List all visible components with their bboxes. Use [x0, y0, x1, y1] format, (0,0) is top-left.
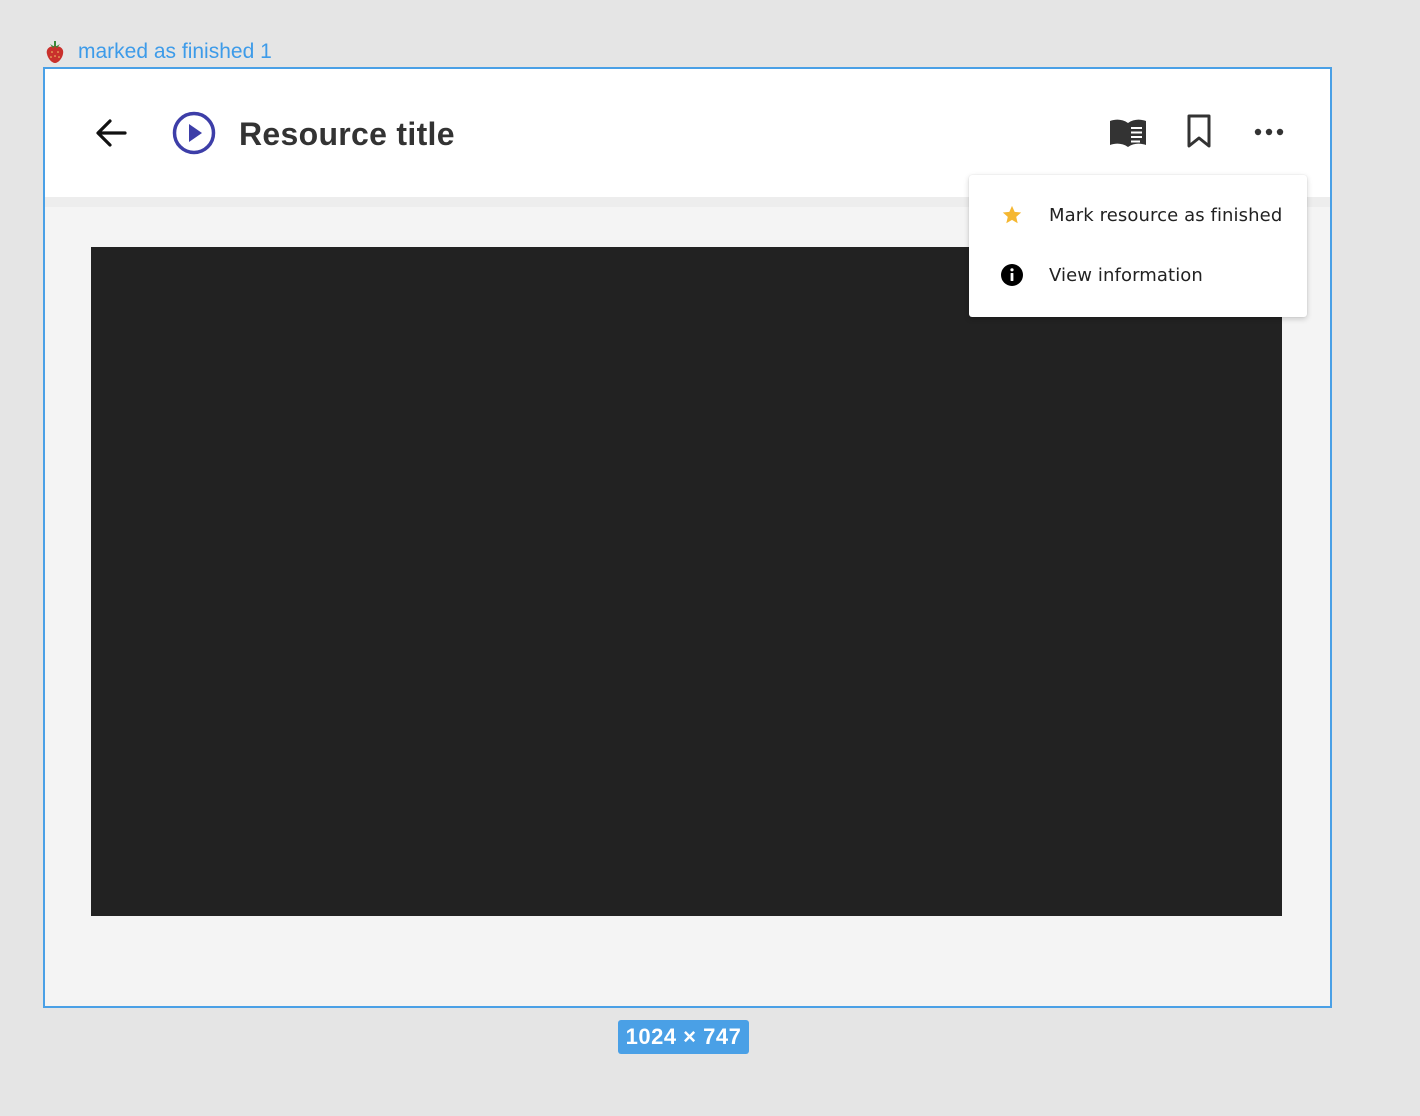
- menu-item-label: Mark resource as finished: [1049, 204, 1283, 226]
- more-options-button[interactable]: [1248, 115, 1290, 149]
- bookmark-icon: [1187, 114, 1211, 148]
- info-icon: [1000, 263, 1024, 287]
- bookmark-button[interactable]: [1181, 111, 1217, 151]
- resource-type-icon: [170, 109, 218, 157]
- play-circle-icon: [172, 111, 216, 155]
- more-options-menu: Mark resource as finished View informati…: [969, 175, 1307, 317]
- star-icon: [1000, 203, 1024, 227]
- strawberry-icon: [44, 40, 66, 64]
- reader-mode-button[interactable]: [1106, 113, 1150, 153]
- frame-label[interactable]: marked as finished 1: [44, 38, 272, 66]
- frame-label-text: marked as finished 1: [78, 40, 272, 63]
- video-player[interactable]: [91, 247, 1282, 916]
- book-reader-icon: [1110, 119, 1146, 147]
- frame-size-badge: 1024 × 747: [618, 1020, 749, 1054]
- arrow-left-icon: [96, 119, 127, 147]
- page-title: Resource title: [239, 116, 455, 152]
- menu-item-label: View information: [1049, 264, 1203, 286]
- back-button[interactable]: [89, 111, 133, 155]
- ellipsis-icon: [1254, 128, 1284, 136]
- menu-item-view-information[interactable]: View information: [969, 246, 1307, 304]
- design-canvas: marked as finished 1 Resource title Mark…: [0, 0, 1420, 1116]
- menu-item-mark-finished[interactable]: Mark resource as finished: [969, 186, 1307, 244]
